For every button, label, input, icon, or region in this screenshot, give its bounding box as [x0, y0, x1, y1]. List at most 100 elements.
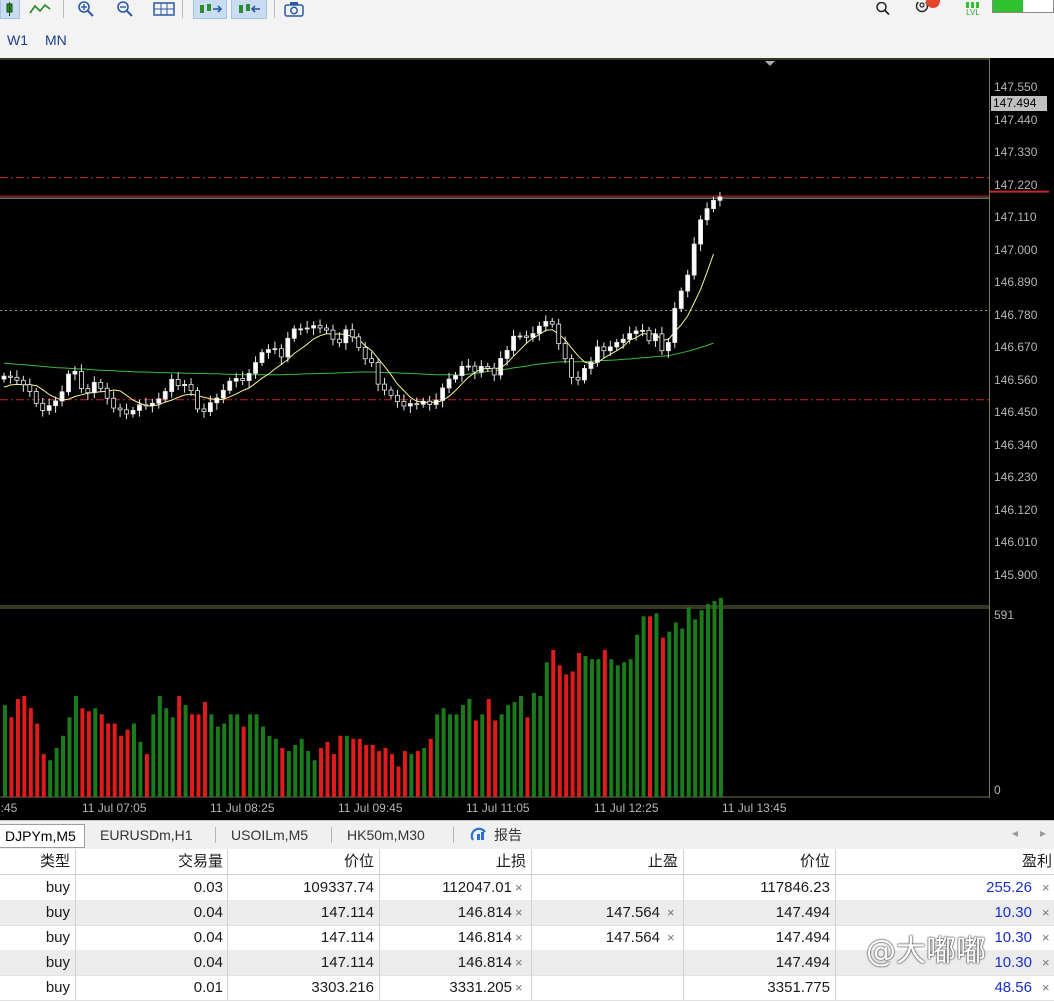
- header-profit[interactable]: 盈利: [836, 849, 1052, 874]
- price-scale-label: 145.900: [994, 567, 1038, 582]
- cell-price: 3303.216: [311, 979, 374, 996]
- tab-scroll-left-icon[interactable]: ◂: [1012, 826, 1018, 840]
- chart-shift-icon[interactable]: [231, 0, 267, 19]
- price-chart[interactable]: [0, 58, 1054, 820]
- volume-bar: [473, 720, 478, 797]
- close-position-icon[interactable]: ×: [1042, 875, 1050, 900]
- candle: [53, 400, 58, 407]
- remove-level-icon[interactable]: ×: [515, 900, 523, 925]
- close-position-icon[interactable]: ×: [1042, 950, 1050, 975]
- remove-level-icon[interactable]: ×: [667, 925, 675, 950]
- candle: [401, 401, 407, 407]
- close-position-icon[interactable]: ×: [1042, 925, 1050, 950]
- price-scale-label: 147.110: [994, 210, 1037, 224]
- volume-bar: [222, 723, 227, 797]
- candle: [130, 410, 136, 415]
- volume-bar: [138, 741, 143, 797]
- volume-bar: [196, 714, 201, 797]
- table-row[interactable]: buy 0.03 109337.74 112047.01 × 117846.23 255.2…: [0, 875, 1054, 901]
- candle: [246, 373, 252, 381]
- volume-bar: [48, 760, 53, 797]
- candle: [575, 376, 581, 381]
- candle: [672, 308, 678, 343]
- volume-bar: [693, 619, 698, 797]
- candle: [420, 400, 426, 405]
- candle: [704, 208, 710, 221]
- candle: [317, 325, 323, 329]
- header-open-price[interactable]: 价位: [228, 849, 374, 874]
- tab-scroll-right-icon[interactable]: ▸: [1040, 826, 1046, 840]
- candle-icon[interactable]: [0, 0, 20, 19]
- volume-bar: [531, 692, 536, 797]
- zoom-out-icon[interactable]: [113, 0, 137, 18]
- tab-report[interactable]: 报告: [462, 824, 530, 846]
- time-axis-label: 11 Jul 11:05: [466, 801, 530, 815]
- remove-level-icon[interactable]: ×: [515, 875, 523, 900]
- grid-icon[interactable]: [151, 0, 177, 18]
- table-row[interactable]: buy 0.04 147.114 146.814 × 147.564 × 147.494 10.…: [0, 900, 1054, 926]
- candle: [207, 402, 213, 412]
- screenshot-icon[interactable]: [281, 0, 307, 18]
- volume-bar: [235, 714, 240, 797]
- tab-usoil-m5[interactable]: USOILm,M5: [223, 824, 316, 846]
- tab-eurusd-h1[interactable]: EURUSDm,H1: [92, 824, 201, 846]
- volume-bar: [325, 741, 330, 797]
- cell-price: 147.114: [320, 929, 374, 946]
- header-take-profit[interactable]: 止盈: [532, 849, 678, 874]
- volume-bar: [564, 674, 569, 797]
- close-position-icon[interactable]: ×: [1042, 900, 1050, 925]
- line-chart-icon[interactable]: [28, 0, 52, 18]
- remove-level-icon[interactable]: ×: [515, 925, 523, 950]
- cell-price: 147.114: [320, 904, 374, 921]
- volume-bar: [635, 634, 640, 797]
- search-icon[interactable]: [872, 0, 894, 18]
- candle: [685, 274, 691, 292]
- candle: [620, 338, 626, 343]
- candle: [595, 346, 600, 363]
- candle: [104, 387, 110, 399]
- cell-tp: [532, 950, 660, 975]
- header-current-price[interactable]: 价位: [684, 849, 830, 874]
- lvl-icon[interactable]: LVL: [962, 0, 984, 18]
- time-axis-label: 11 Jul 12:25: [594, 801, 659, 815]
- volume-scale-zero: 0: [994, 783, 1001, 797]
- candle: [27, 384, 33, 392]
- timeframe-mn-button[interactable]: MN: [45, 32, 67, 48]
- volume-bar: [73, 695, 78, 797]
- tab-usdjpy-m5[interactable]: DJPYm,M5: [0, 824, 85, 848]
- volume-bar: [164, 708, 169, 797]
- volume-bar: [602, 649, 607, 797]
- header-volume[interactable]: 交易量: [76, 849, 223, 874]
- volume-bar: [493, 720, 498, 797]
- remove-level-icon[interactable]: ×: [515, 975, 523, 1000]
- zoom-in-icon[interactable]: [74, 0, 98, 18]
- remove-level-icon[interactable]: ×: [515, 950, 523, 975]
- candle: [633, 330, 639, 334]
- candle: [220, 389, 226, 399]
- header-type[interactable]: 类型: [0, 849, 70, 874]
- volume-bar: [22, 695, 27, 797]
- chart-shift-marker-icon[interactable]: [765, 61, 775, 66]
- timeframe-w1-button[interactable]: W1: [7, 32, 28, 48]
- candle: [665, 342, 671, 352]
- autoscroll-icon[interactable]: [193, 0, 227, 19]
- tab-hk50-m30[interactable]: HK50m,M30: [339, 824, 433, 846]
- remove-level-icon[interactable]: ×: [667, 900, 675, 925]
- candle: [175, 378, 181, 386]
- header-stop-loss[interactable]: 止损: [380, 849, 526, 874]
- candle: [465, 365, 471, 368]
- price-scale-label: 147.000: [994, 242, 1038, 257]
- cell-profit: 255.26: [986, 879, 1032, 896]
- volume-bar: [183, 705, 188, 797]
- cell-volume: 0.04: [193, 904, 223, 921]
- candle: [549, 321, 555, 325]
- candle: [240, 378, 246, 381]
- volume-bar: [261, 726, 265, 797]
- notification-badge: [926, 0, 940, 8]
- candle: [149, 402, 155, 406]
- close-position-icon[interactable]: ×: [1042, 975, 1050, 1000]
- volume-bar: [648, 616, 652, 797]
- level-meter: [992, 0, 1054, 13]
- table-row[interactable]: buy 0.01 3303.216 3331.205 × 3351.775 48.56 ×: [0, 975, 1054, 1001]
- toolbar-separator: [182, 0, 183, 18]
